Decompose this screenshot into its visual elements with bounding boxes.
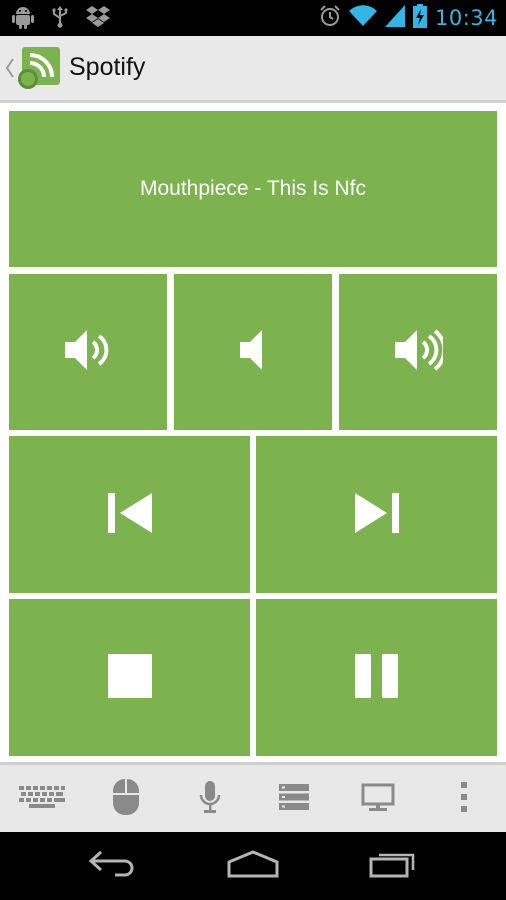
monitor-button[interactable] xyxy=(348,779,408,819)
next-icon xyxy=(353,491,401,539)
wifi-icon xyxy=(348,5,377,31)
list-button[interactable] xyxy=(264,779,324,819)
recent-apps-button[interactable] xyxy=(358,844,428,888)
volume-down-button[interactable] xyxy=(9,274,167,430)
keyboard-icon xyxy=(19,784,65,814)
pause-button[interactable] xyxy=(256,599,497,756)
navigation-bar xyxy=(0,832,506,900)
app-title: Spotify xyxy=(69,53,146,81)
signal-icon xyxy=(384,5,405,31)
mouse-icon xyxy=(112,778,140,820)
home-icon xyxy=(227,850,279,882)
stop-button[interactable] xyxy=(9,599,250,756)
battery-charging-icon xyxy=(412,4,427,32)
mouse-button[interactable] xyxy=(96,779,156,819)
keyboard-button[interactable] xyxy=(12,779,72,819)
pause-icon xyxy=(354,653,400,703)
dropbox-icon xyxy=(86,5,110,33)
microphone-icon xyxy=(198,780,222,818)
volume-up-icon xyxy=(393,328,447,376)
bottom-toolbar xyxy=(0,762,506,832)
mute-button[interactable] xyxy=(174,274,332,430)
back-icon xyxy=(88,850,137,882)
remote-panel: Mouthpiece - This Is Nfc xyxy=(0,106,506,762)
app-logo-icon[interactable] xyxy=(16,45,62,91)
previous-button[interactable] xyxy=(9,436,250,593)
up-chevron-icon[interactable] xyxy=(4,56,16,80)
monitor-icon xyxy=(361,783,395,815)
next-button[interactable] xyxy=(256,436,497,593)
microphone-button[interactable] xyxy=(180,779,240,819)
back-button[interactable] xyxy=(78,844,148,888)
volume-down-icon xyxy=(63,328,113,376)
status-bar: 10:34 xyxy=(0,0,506,36)
mute-icon xyxy=(238,328,268,376)
recent-apps-icon xyxy=(369,850,417,882)
track-title: Mouthpiece - This Is Nfc xyxy=(139,177,367,200)
previous-icon xyxy=(106,491,154,539)
alarm-icon xyxy=(319,4,341,32)
volume-up-button[interactable] xyxy=(339,274,497,430)
usb-icon xyxy=(50,5,70,33)
android-debug-icon xyxy=(12,5,34,33)
system-icons: 10:34 xyxy=(319,4,498,32)
list-icon xyxy=(278,783,310,815)
overflow-menu-button[interactable] xyxy=(434,779,494,819)
action-bar: Spotify xyxy=(0,36,506,103)
stop-icon xyxy=(107,653,153,703)
notification-icons xyxy=(12,5,110,33)
clock: 10:34 xyxy=(434,6,498,30)
overflow-menu-icon xyxy=(460,781,468,817)
now-playing-tile[interactable]: Mouthpiece - This Is Nfc xyxy=(9,111,497,267)
home-button[interactable] xyxy=(218,844,288,888)
